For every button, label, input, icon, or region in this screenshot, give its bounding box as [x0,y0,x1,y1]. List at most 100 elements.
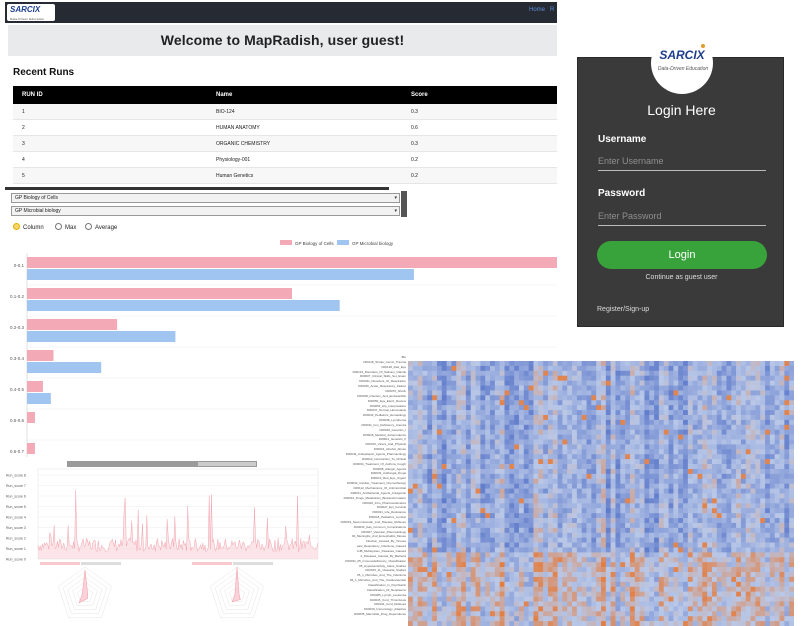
heatmap-cell [523,532,529,538]
bar-series-2[interactable] [27,362,102,373]
heatmap-row-label: 05_1_Microbes_And_The_Infections [357,573,406,578]
heatmap-cell [547,606,554,612]
range-scrollbar-thumb[interactable] [68,462,198,466]
table-row[interactable]: 2 HUMAN ANATOMY 0.6 [13,120,557,136]
heatmap-cell [538,591,544,597]
bar-series-2[interactable] [27,393,51,404]
heatmap-cell [480,419,486,426]
heatmap-cell [634,478,640,484]
heatmap-cell [750,434,756,440]
bar-series-1[interactable] [27,381,43,392]
heatmap-cell [649,478,655,484]
bar-series-2[interactable] [27,269,414,280]
heatmap-cell [678,365,684,372]
heatmap-cell [432,439,438,445]
table-row[interactable]: 4 Physiology-001 0.2 [13,152,557,168]
heatmap-cell [736,454,742,460]
username-input[interactable] [598,151,766,171]
heatmap-cell [504,503,510,509]
sarcix-logo[interactable]: SARCIX Data-Driven Education [7,4,55,21]
bar-series-1[interactable] [27,319,118,330]
heatmap-cell [533,581,539,588]
heatmap-cell [514,513,520,519]
bar-series-1[interactable] [27,443,35,454]
heatmap-cell [572,424,578,431]
heatmap-row-label: D00011_Genetics_II [378,437,406,442]
heatmap-cell [591,572,597,578]
heatmap-cell [605,547,611,553]
table-row[interactable]: 3 ORGANIC CHEMISTRY 0.3 [13,136,557,152]
heatmap-cell [596,557,602,563]
bar-series-2[interactable] [27,300,340,311]
heatmap-cell [610,493,616,499]
heatmap-cell [784,380,790,386]
heatmap-cell [504,414,510,421]
heatmap-cell [769,596,776,602]
table-row[interactable]: 5 Human Genetics 0.2 [13,168,557,184]
radio-average[interactable]: Average [85,223,117,231]
heatmap-cell [620,478,626,484]
radio-column[interactable]: Column [13,223,44,231]
table-row[interactable]: 1 BIO-124 0.3 [13,104,557,120]
login-button[interactable]: Login [597,241,767,269]
heatmap-cell [702,611,708,617]
heatmap-cell [514,601,520,607]
bar-series-2[interactable] [27,331,176,342]
logo-accent-dot [701,44,705,48]
heatmap-cell [475,459,481,465]
heatmap-cell [499,395,505,401]
bar-series-1[interactable] [27,288,292,299]
heatmap-cell [446,606,452,612]
heatmap-cell [480,429,486,435]
heatmap-cell [514,459,520,465]
heatmap-cell [547,493,554,499]
heatmap-cell [480,498,486,504]
heatmap-cell [760,518,766,524]
heatmap-cell [552,390,558,396]
nav-home-link[interactable]: Home [529,7,545,13]
heatmap-cell [620,439,626,445]
heatmap-cell [533,424,539,431]
heatmap-cell [490,493,496,499]
bar-series-1[interactable] [27,412,35,423]
heatmap-cell [663,464,669,470]
course-select-1[interactable]: GP Biology of Cells ▾ [11,193,400,203]
bar-series-1[interactable] [27,350,54,361]
nav-link-r[interactable]: R [550,7,554,13]
heatmap-cell [562,449,568,455]
heatmap-cell [470,464,476,470]
heatmap-cell [683,390,689,396]
heatmap-cell [687,429,693,435]
heatmap-cell [596,468,602,475]
radar-chart [40,562,121,618]
heatmap-cell [625,616,631,622]
radio-max[interactable]: Max [55,223,76,231]
heatmap-cell [654,591,660,597]
password-input[interactable] [598,206,766,226]
bar-series-1[interactable] [27,257,557,268]
heatmap-cell [552,562,558,568]
guest-link[interactable]: Continue as guest user [578,274,785,281]
heatmap-cell [552,483,558,489]
heatmap-cell [567,478,573,484]
heatmap-cell [509,449,515,455]
heatmap-cell [639,567,645,573]
heatmap-cell [687,405,693,411]
heatmap-row-label: 2_Diseases_Caused_By_Bacteria [360,553,406,558]
heatmap-cell [634,405,640,411]
heatmap-cell [740,361,747,367]
register-link[interactable]: Register/Sign-up [597,306,649,313]
heatmap-cell [673,375,679,381]
heatmap-cell [576,434,583,440]
heatmap-cell [567,562,573,568]
heatmap-cell [615,405,621,411]
heatmap-cell [673,596,679,602]
heatmap-cell [774,385,780,391]
heatmap-cell [740,537,747,543]
heatmap-cell [547,513,554,519]
heatmap-cell [509,361,515,367]
heatmap-cell [538,493,544,499]
heatmap-cell [707,444,713,450]
course-select-2[interactable]: GP Microbial biology ▾ [11,206,400,216]
heatmap-cell [586,552,592,558]
